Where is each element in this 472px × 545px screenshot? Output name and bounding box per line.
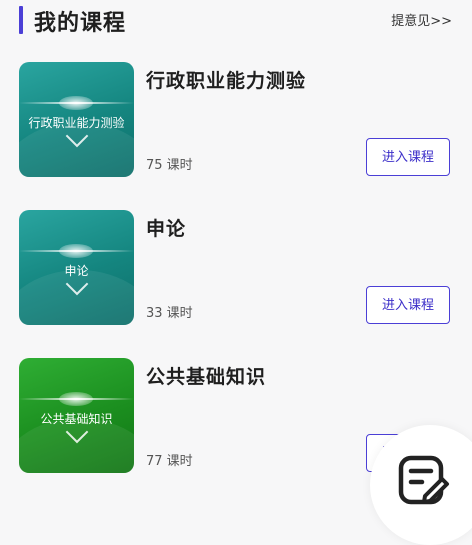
course-hours: 75 课时	[146, 158, 193, 173]
note-edit-icon	[398, 455, 449, 505]
course-thumbnail[interactable]: 公共基础知识	[19, 358, 134, 473]
course-item: 申论 申论 33 课时 进入课程	[0, 210, 472, 330]
thumbnail-glow	[59, 392, 93, 406]
course-thumbnail[interactable]: 行政职业能力测验	[19, 62, 134, 177]
thumbnail-glow	[59, 96, 93, 110]
page-title: 我的课程	[34, 11, 127, 36]
course-thumbnail[interactable]: 申论	[19, 210, 134, 325]
title-accent-bar	[19, 6, 23, 34]
course-title: 行政职业能力测验	[146, 70, 307, 92]
course-title: 公共基础知识	[146, 366, 267, 388]
section-header: 我的课程 提意见>>	[0, 0, 472, 44]
course-hours: 33 课时	[146, 306, 193, 321]
floating-note-button[interactable]	[370, 425, 472, 545]
thumbnail-glow	[59, 244, 93, 258]
course-item: 行政职业能力测验 行政职业能力测验 75 课时 进入课程	[0, 62, 472, 182]
course-hours: 77 课时	[146, 454, 193, 469]
course-title: 申论	[146, 218, 187, 240]
enter-course-button[interactable]: 进入课程	[366, 138, 450, 176]
feedback-link[interactable]: 提意见>>	[391, 10, 452, 29]
enter-course-button[interactable]: 进入课程	[366, 286, 450, 324]
